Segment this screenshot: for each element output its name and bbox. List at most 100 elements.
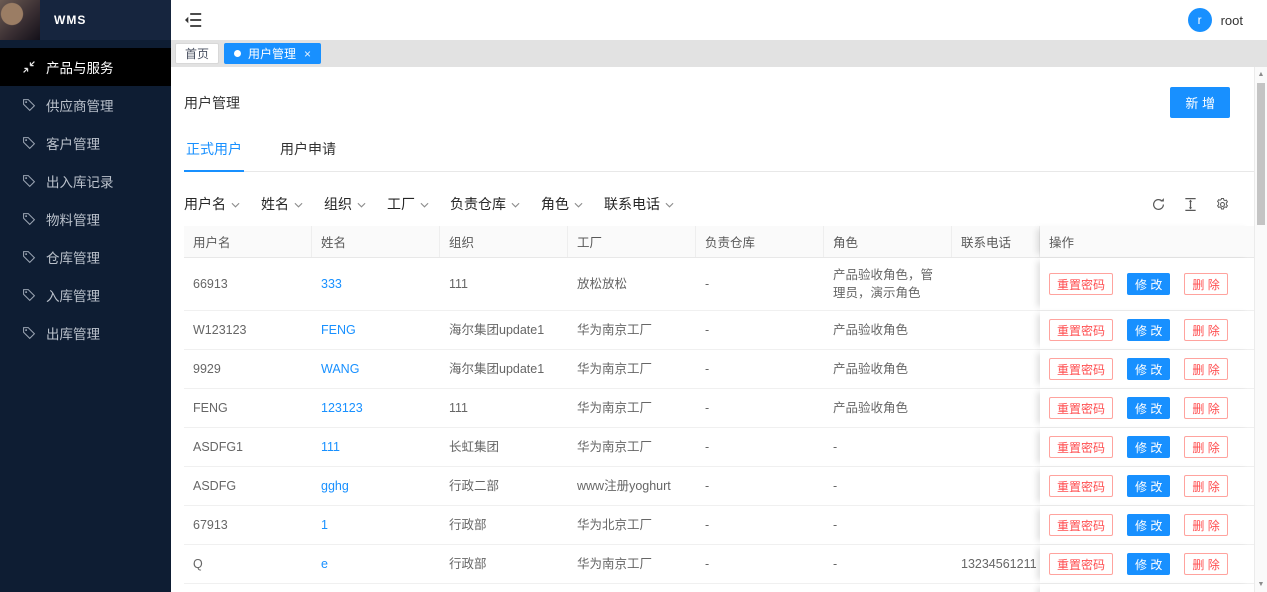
nav-tab-1[interactable]: 用户管理× <box>224 43 321 64</box>
cell-username: 9929 <box>184 350 312 388</box>
cell-username: ASDFG <box>184 467 312 505</box>
cell-warehouse: - <box>696 428 824 466</box>
sidebar-item-5[interactable]: 仓库管理 <box>0 238 171 276</box>
close-icon[interactable]: × <box>304 48 311 60</box>
cell-name[interactable]: e <box>312 545 440 583</box>
cell-warehouse: - <box>696 467 824 505</box>
delete-button[interactable]: 删 除 <box>1184 273 1227 295</box>
cell-role: - <box>824 506 952 544</box>
filter-dropdown-5[interactable]: 角色 <box>541 194 583 214</box>
page-title: 用户管理 <box>184 93 240 113</box>
filter-dropdown-3[interactable]: 工厂 <box>387 194 429 214</box>
filter-dropdown-0[interactable]: 用户名 <box>184 194 240 214</box>
cell-name[interactable]: gghg <box>312 467 440 505</box>
edit-button[interactable]: 修 改 <box>1127 475 1170 497</box>
logo-avatar-image <box>0 0 40 40</box>
scrollbar[interactable]: ▲ ▼ <box>1254 67 1267 592</box>
tag-icon <box>22 98 36 112</box>
scroll-down-arrow[interactable]: ▼ <box>1255 581 1267 588</box>
chevron-down-icon <box>357 202 366 208</box>
tab-bar: 首页用户管理× <box>171 40 1267 67</box>
cell-factory: 华为南京工厂 <box>568 389 696 427</box>
delete-button[interactable]: 删 除 <box>1184 553 1227 575</box>
reset-password-button[interactable]: 重置密码 <box>1049 436 1113 458</box>
cell-factory: 华为南京工厂 <box>568 428 696 466</box>
refresh-icon[interactable] <box>1151 197 1166 212</box>
reset-password-button[interactable]: 重置密码 <box>1049 273 1113 295</box>
edit-button[interactable]: 修 改 <box>1127 358 1170 380</box>
delete-button[interactable]: 删 除 <box>1184 436 1227 458</box>
reset-password-button[interactable]: 重置密码 <box>1049 514 1113 536</box>
delete-button[interactable]: 删 除 <box>1184 514 1227 536</box>
cell-factory: 华为北京工厂 <box>568 506 696 544</box>
edit-button[interactable]: 修 改 <box>1127 436 1170 458</box>
delete-button[interactable]: 删 除 <box>1184 397 1227 419</box>
filter-dropdown-6[interactable]: 联系电话 <box>604 194 674 214</box>
column-height-icon[interactable] <box>1183 197 1198 212</box>
reset-password-button[interactable]: 重置密码 <box>1049 358 1113 380</box>
filter-dropdown-4[interactable]: 负责仓库 <box>450 194 520 214</box>
cell-name[interactable]: 1 <box>312 506 440 544</box>
filter-dropdown-2[interactable]: 组织 <box>324 194 366 214</box>
reset-password-button[interactable]: 重置密码 <box>1049 319 1113 341</box>
nav-tab-0[interactable]: 首页 <box>175 43 219 64</box>
cell-name[interactable]: FENG <box>312 311 440 349</box>
delete-button[interactable]: 删 除 <box>1184 475 1227 497</box>
cell-role: 产品验收角色 <box>824 350 952 388</box>
page-tab-1[interactable]: 用户申请 <box>278 130 338 172</box>
sidebar-item-7[interactable]: 出库管理 <box>0 314 171 352</box>
cell-org: 海尔集团update1 <box>440 350 568 388</box>
cell-username: Q <box>184 545 312 583</box>
cell-phone <box>952 389 1040 427</box>
cell-warehouse: - <box>696 350 824 388</box>
edit-button[interactable]: 修 改 <box>1127 553 1170 575</box>
sidebar-item-1[interactable]: 供应商管理 <box>0 86 171 124</box>
sidebar-item-label: 产品与服务 <box>46 57 114 77</box>
cell-name[interactable]: 111 <box>312 428 440 466</box>
sidebar-item-3[interactable]: 出入库记录 <box>0 162 171 200</box>
page-tabs: 正式用户用户申请 <box>184 130 1254 172</box>
filter-label: 负责仓库 <box>450 194 506 214</box>
scroll-up-arrow[interactable]: ▲ <box>1255 71 1267 78</box>
menu-fold-icon[interactable] <box>184 13 202 27</box>
cell-phone <box>952 350 1040 388</box>
scroll-thumb[interactable] <box>1257 83 1265 225</box>
cell-role: 产品验收角色 <box>824 584 952 592</box>
table-row: 9929WANG海尔集团update1华为南京工厂-产品验收角色重置密码修 改删… <box>184 350 1254 389</box>
cell-factory: 放松放松 <box>568 258 696 310</box>
filter-label: 姓名 <box>261 194 289 214</box>
filter-dropdown-1[interactable]: 姓名 <box>261 194 303 214</box>
filter-label: 联系电话 <box>604 194 660 214</box>
sidebar-item-0[interactable]: 产品与服务 <box>0 48 171 86</box>
edit-button[interactable]: 修 改 <box>1127 273 1170 295</box>
user-menu[interactable]: r root <box>1188 8 1243 32</box>
cell-name[interactable]: 123123 <box>312 389 440 427</box>
app-root: WMS 产品与服务供应商管理客户管理出入库记录物料管理仓库管理入库管理出库管理 … <box>0 0 1267 592</box>
cell-name[interactable]: 111 <box>312 584 440 592</box>
delete-button[interactable]: 删 除 <box>1184 358 1227 380</box>
delete-button[interactable]: 删 除 <box>1184 319 1227 341</box>
gear-icon[interactable] <box>1215 197 1230 212</box>
reset-password-button[interactable]: 重置密码 <box>1049 397 1113 419</box>
reset-password-button[interactable]: 重置密码 <box>1049 553 1113 575</box>
cell-phone <box>952 428 1040 466</box>
cell-factory: www注册yoghurt <box>568 584 696 592</box>
cell-name[interactable]: WANG <box>312 350 440 388</box>
edit-button[interactable]: 修 改 <box>1127 397 1170 419</box>
chevron-down-icon <box>665 202 674 208</box>
cell-name[interactable]: 333 <box>312 258 440 310</box>
add-button[interactable]: 新 增 <box>1170 87 1230 118</box>
column-header-5: 角色 <box>824 226 952 257</box>
sidebar-item-2[interactable]: 客户管理 <box>0 124 171 162</box>
tag-icon <box>22 288 36 302</box>
table-row: 66913333111放松放松-产品验收角色，管理员，演示角色重置密码修 改删 … <box>184 258 1254 311</box>
page-tab-0[interactable]: 正式用户 <box>184 130 244 172</box>
filter-label: 角色 <box>541 194 569 214</box>
edit-button[interactable]: 修 改 <box>1127 319 1170 341</box>
sidebar-item-4[interactable]: 物料管理 <box>0 200 171 238</box>
sidebar-item-6[interactable]: 入库管理 <box>0 276 171 314</box>
edit-button[interactable]: 修 改 <box>1127 514 1170 536</box>
cell-username: 66913 <box>184 258 312 310</box>
cell-actions: 重置密码修 改删 除 <box>1040 311 1254 349</box>
reset-password-button[interactable]: 重置密码 <box>1049 475 1113 497</box>
